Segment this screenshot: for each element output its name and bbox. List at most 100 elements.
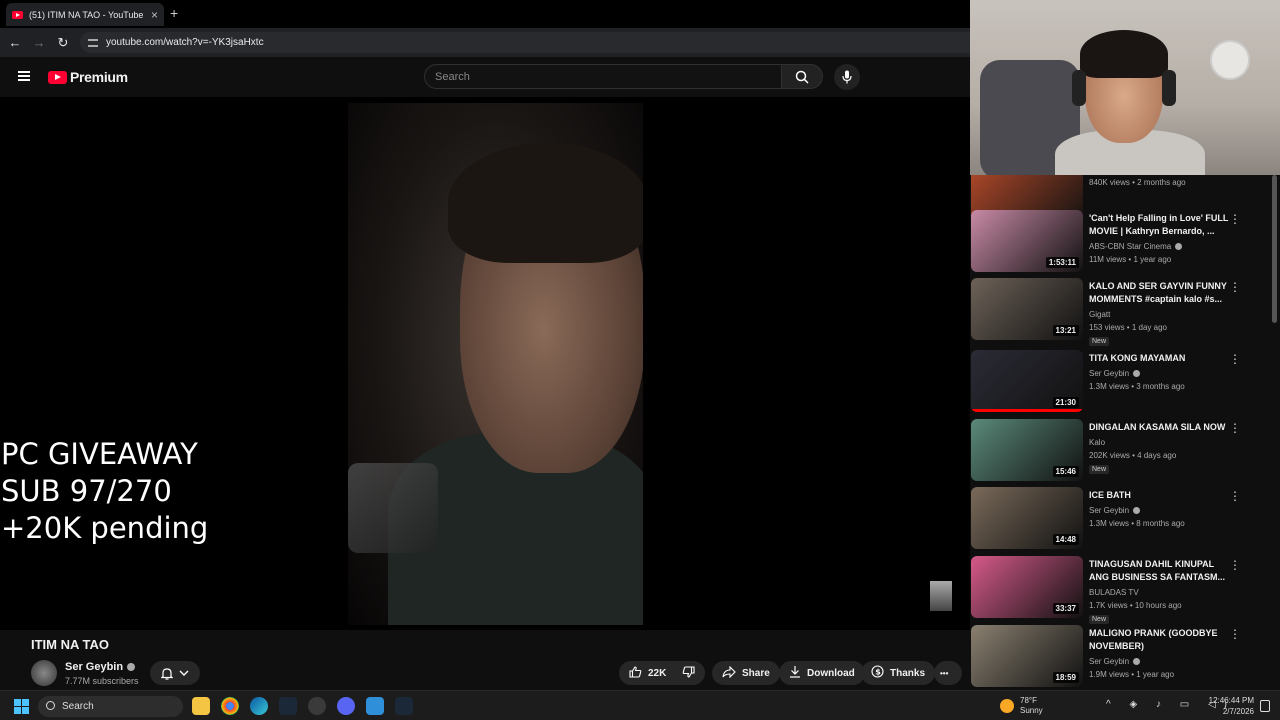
more-options-icon[interactable]: ⋮ [1229,558,1241,572]
more-options-icon[interactable]: ⋮ [1229,627,1241,641]
channel-name[interactable]: Ser Geybin [65,661,136,673]
forward-button[interactable]: → [27,35,51,50]
recommendation-channel-text: Gigatt [1089,310,1111,319]
recommendation-meta: 1.9M views • 1 year ago [1089,670,1175,679]
recommendation-meta: 1.3M views • 3 months ago [1089,382,1185,391]
chrome-icon[interactable] [221,697,239,715]
recommendation-channel-text: Kalo [1089,438,1106,447]
more-options-icon[interactable]: ⋮ [1229,352,1241,366]
more-options-icon[interactable]: ⋮ [1229,489,1241,503]
youtube-favicon-icon [12,10,23,19]
recommendation-channel[interactable]: Kalo [1089,438,1105,447]
recommendation-thumbnail[interactable]: 14:48 [971,487,1083,549]
notification-center-icon[interactable] [1260,700,1270,712]
recommendation-title[interactable]: ICE BATH [1089,489,1229,502]
more-options-icon[interactable]: ⋮ [1229,212,1241,226]
voice-search-button[interactable] [834,64,860,90]
notification-bell-button[interactable] [150,661,200,685]
url-text: youtube.com/watch?v=-YK3jsaHxtc [106,37,264,48]
youtube-header: Premium Search [0,57,970,97]
recommendation-meta: 202K views • 4 days ago [1089,451,1177,460]
recommendation-item[interactable]: 18:59 MALIGNO PRANK (GOODBYE NOVEMBER) Ser… [971,625,1271,689]
channel-watermark[interactable] [930,581,952,611]
browser-tab[interactable]: (51) ITIM NA TAO - YouTube × [6,3,164,26]
site-settings-icon[interactable] [88,38,98,47]
recommendation-item[interactable]: 14:48 ICE BATH Ser Geybin 1.3M views • 8 mo… [971,487,1271,551]
edge-icon[interactable] [250,697,268,715]
tab-close-icon[interactable]: × [151,8,158,22]
new-badge: New [1089,615,1110,624]
search-input[interactable]: Search [424,64,782,89]
recommendation-title[interactable]: MALIGNO PRANK (GOODBYE NOVEMBER) [1089,627,1229,653]
dislike-icon[interactable] [682,665,695,681]
notepad-icon[interactable] [366,697,384,715]
recommendation-title[interactable]: TINAGUSAN DAHIL KINUPAL ANG BUSINESS SA … [1089,558,1229,584]
start-button[interactable] [14,699,29,714]
recommendation-item[interactable]: 33:37 TINAGUSAN DAHIL KINUPAL ANG BUSINES… [971,556,1271,624]
reload-button[interactable]: ↻ [51,35,75,51]
overlay-line-1: PC GIVEAWAY [1,437,198,471]
recommendation-thumbnail[interactable]: 33:37 [971,556,1083,618]
search-button[interactable] [781,64,823,89]
video-player[interactable] [0,97,970,630]
steam-icon[interactable] [279,697,297,715]
like-icon[interactable] [629,665,642,681]
new-badge: New [1089,337,1110,346]
channel-avatar[interactable] [31,660,57,686]
recommendation-title[interactable]: KALO AND SER GAYVIN FUNNY MOMMENTS #capt… [1089,280,1229,306]
recommendation-thumbnail[interactable]: 18:59 [971,625,1083,687]
recommendation-channel[interactable]: BULADAS TV [1089,588,1139,597]
recommendation-item[interactable]: 13:21 KALO AND SER GAYVIN FUNNY MOMMENTS … [971,278,1271,346]
more-options-icon[interactable]: ⋮ [1229,421,1241,435]
scrollbar-thumb[interactable] [1272,175,1277,323]
recommendation-thumbnail[interactable]: 21:30 [971,350,1083,412]
headset-left-icon [1072,70,1086,106]
recommendation-thumbnail[interactable]: 15:46 [971,419,1083,481]
clock-time: 12:46:44 PM [1208,696,1254,705]
new-badge: New [1089,465,1110,474]
recommendation-title[interactable]: 'Can't Help Falling in Love' FULL MOVIE … [1089,212,1229,238]
recommendation-title[interactable]: DINGALAN KASAMA SILA NOW [1089,421,1229,434]
recommendation-thumbnail[interactable]: 13:21 [971,278,1083,340]
recommendation-channel[interactable]: Ser Geybin [1089,657,1141,666]
logo-text: Premium [70,69,128,85]
video-duration: 21:30 [1052,397,1079,408]
address-bar[interactable]: youtube.com/watch?v=-YK3jsaHxtc [80,32,970,53]
recommendation-meta: 840K views • 2 months ago [1089,178,1186,187]
recommendation-channel[interactable]: Ser Geybin [1089,369,1141,378]
more-options-icon[interactable]: ⋮ [1229,280,1241,294]
weather-widget[interactable]: 78°F Sunny [1000,696,1043,716]
recommendation-channel[interactable]: Gigatt [1089,310,1110,319]
more-actions-button[interactable]: ••• [934,661,962,685]
recommendation-title[interactable]: TITA KONG MAYAMAN [1089,352,1229,365]
download-button[interactable]: Download [779,661,865,685]
thanks-button[interactable]: $ Thanks [861,661,936,685]
file-explorer-icon[interactable] [192,697,210,715]
recommendation-item[interactable]: 21:30 TITA KONG MAYAMAN Ser Geybin 1.3M vie… [971,350,1271,414]
taskbar-clock[interactable]: 12:46:44 PM 2/7/2026 [1196,695,1254,717]
overlay-line-3: +20K pending [1,511,209,545]
recommendation-item[interactable]: 1:53:11 'Can't Help Falling in Love' FULL… [971,210,1271,274]
recommendation-channel-text: Ser Geybin [1089,506,1130,515]
video-frame[interactable] [348,103,643,625]
channel-name-text: Ser Geybin [65,661,124,673]
youtube-logo[interactable]: Premium [48,69,128,85]
webcam-overlay [970,0,1280,175]
menu-icon[interactable] [18,71,30,81]
recommendation-channel[interactable]: Ser Geybin [1089,506,1141,515]
discord-icon[interactable] [337,697,355,715]
taskbar-search[interactable]: Search [38,696,183,717]
windows-taskbar: Search 78°F Sunny ^ ◈ ♪ ▭ ◁) 12:46:44 PM… [0,690,1280,720]
sidebar-scrollbar[interactable] [1271,173,1277,688]
share-icon [722,665,736,681]
obs-icon[interactable] [308,697,326,715]
recommendation-channel[interactable]: ABS-CBN Star Cinema [1089,242,1183,251]
recommendation-item[interactable]: 15:46 DINGALAN KASAMA SILA NOW Kalo 202K vi… [971,419,1271,483]
new-tab-button[interactable]: + [170,5,178,21]
steam-window-icon[interactable] [395,697,413,715]
like-count[interactable]: 22K [648,668,666,679]
stream-overlay-text: PC GIVEAWAY SUB 97/270 +20K pending [1,436,208,547]
recommendation-thumbnail[interactable]: 1:53:11 [971,210,1083,272]
back-button[interactable]: ← [3,35,27,50]
share-button[interactable]: Share [712,661,780,685]
